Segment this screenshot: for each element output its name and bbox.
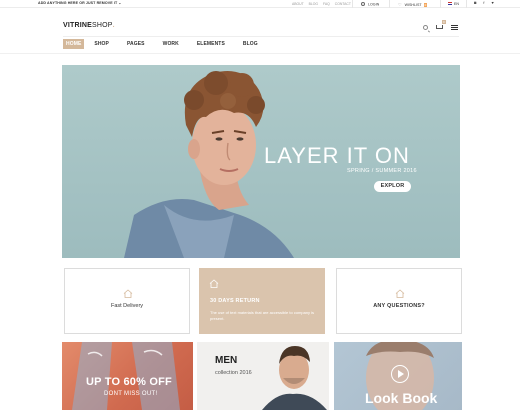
wishlist-label: WISHLIST xyxy=(404,2,422,7)
wishlist-count-badge: 0 xyxy=(423,2,428,7)
promo-tile-men[interactable]: MEN collection 2016 xyxy=(197,342,329,410)
lookbook-headline: Look Book xyxy=(365,390,438,406)
feature-any-questions[interactable]: ANY QUESTIONS? xyxy=(336,268,462,334)
nav-divider xyxy=(0,53,520,54)
nav-item-pages[interactable]: PAGES xyxy=(123,39,149,49)
nav-item-elements[interactable]: ELEMENTS xyxy=(193,39,229,49)
user-icon xyxy=(361,1,365,6)
search-icon[interactable] xyxy=(423,25,428,30)
top-promo-text[interactable]: ADD ANYTHING HERE OR JUST REMOVE IT ⌄ xyxy=(38,1,121,5)
login-link[interactable]: LOGIN xyxy=(361,1,380,6)
nav-item-shop[interactable]: SHOP xyxy=(90,39,113,49)
language-selector[interactable]: EN xyxy=(448,2,459,6)
men-model-image xyxy=(262,346,327,410)
nav-item-blog[interactable]: BLOG xyxy=(239,39,262,49)
top-link-about[interactable]: ABOUT xyxy=(292,2,304,6)
men-headline: MEN xyxy=(215,355,238,366)
top-link-contact[interactable]: CONTACT xyxy=(335,2,351,6)
heart-icon: ♡ xyxy=(398,1,402,7)
header-divider xyxy=(63,36,459,37)
home-icon xyxy=(395,289,405,298)
top-divider xyxy=(440,0,441,8)
promo-tile-sale[interactable]: UP TO 60% OFF DONT MISS OUT! xyxy=(62,342,193,410)
feature-fast-delivery[interactable]: Fast Delivery xyxy=(64,268,190,334)
main-nav: HOME SHOP PAGES WORK ELEMENTS BLOG xyxy=(63,39,272,49)
top-divider xyxy=(352,0,353,8)
top-bar: ADD ANYTHING HERE OR JUST REMOVE IT ⌄ AB… xyxy=(0,0,520,8)
logo-text-main: VITRINE xyxy=(63,22,93,29)
nav-item-home[interactable]: HOME xyxy=(63,39,85,49)
sale-subline: DONT MISS OUT! xyxy=(104,391,158,397)
social-links[interactable]: ◙ f ♥ xyxy=(474,1,497,5)
language-label: EN xyxy=(454,1,459,6)
hero-banner[interactable]: LAYER IT ON SPRING / SUMMER 2016 EXPLOR xyxy=(62,65,460,258)
flag-icon xyxy=(448,1,452,5)
men-subline: collection 2016 xyxy=(215,370,252,376)
login-label: LOGIN xyxy=(368,1,380,6)
hero-explore-button[interactable]: EXPLOR xyxy=(374,181,411,192)
home-icon xyxy=(209,279,219,288)
cart-count-badge: 0 xyxy=(442,20,446,24)
feature-label: 30 DAYS RETURN xyxy=(210,298,260,304)
feature-description: The use of text materials that are acces… xyxy=(210,310,315,321)
home-icon xyxy=(123,289,133,298)
logo-text-shop: SHOP xyxy=(92,22,113,29)
feature-label: ANY QUESTIONS? xyxy=(373,303,425,309)
site-logo[interactable]: VITRINESHOP. xyxy=(63,22,115,29)
feature-label: Fast Delivery xyxy=(110,303,144,309)
top-link-blog[interactable]: BLOG xyxy=(309,2,318,6)
cart-icon xyxy=(436,25,443,29)
hamburger-menu-icon[interactable] xyxy=(451,25,458,30)
top-links: ABOUT BLOG FAQ CONTACT xyxy=(292,2,355,6)
wishlist-link[interactable]: ♡ WISHLIST 0 xyxy=(398,1,428,7)
feature-30-days-return[interactable]: 30 DAYS RETURN The use of text materials… xyxy=(199,268,325,334)
play-icon[interactable] xyxy=(391,365,409,383)
cart-button[interactable]: 0 xyxy=(434,20,446,34)
top-link-faq[interactable]: FAQ xyxy=(323,2,330,6)
top-divider xyxy=(389,0,390,8)
hero-subtitle: SPRING / SUMMER 2016 xyxy=(347,168,417,174)
promo-tile-lookbook[interactable]: Look Book xyxy=(334,342,462,410)
logo-dot: . xyxy=(112,22,115,29)
top-divider xyxy=(466,0,467,8)
hero-title: LAYER IT ON xyxy=(264,143,410,168)
nav-item-work[interactable]: WORK xyxy=(159,39,183,49)
sale-headline: UP TO 60% OFF xyxy=(86,376,172,388)
